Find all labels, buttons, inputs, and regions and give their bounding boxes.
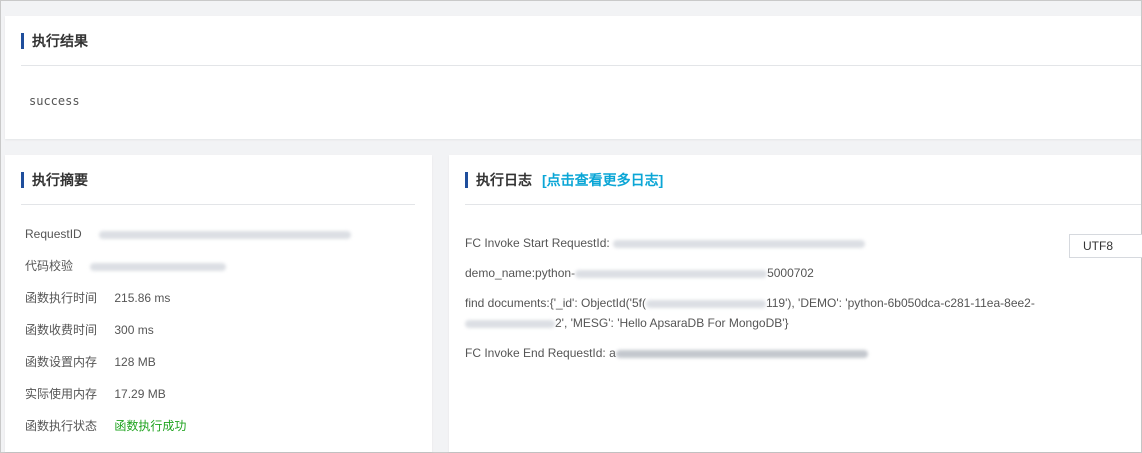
redacted-request-id [615,349,868,358]
summary-row-code-checksum: 代码校验 [25,258,227,274]
redacted-request-id [613,239,866,248]
summary-row-billed-time: 函数收费时间 300 ms [25,322,154,338]
log-text: find documents:{'_id': ObjectId('5f( [465,296,646,310]
result-text: success [29,94,80,108]
log-line-find-cont: 2', 'MESG': 'Hello ApsaraDB For MongoDB'… [465,315,789,331]
redacted-object-id [645,299,766,308]
summary-row-exec-time: 函数执行时间 215.86 ms [25,290,170,306]
log-title-text: 执行日志 [476,172,532,188]
status-badge: 函数执行成功 [114,419,187,433]
summary-label: 函数执行时间 [25,291,98,305]
summary-row-status: 函数执行状态 函数执行成功 [25,418,186,434]
log-title: 执行日志 [点击查看更多日志] [465,172,663,188]
divider [465,204,1141,205]
redacted-demo-id [575,269,768,278]
summary-title: 执行摘要 [21,172,88,188]
log-line-end: FC Invoke End RequestId: a [465,345,868,361]
summary-panel: 执行摘要 RequestID 代码校验 函数执行时间 215.86 ms 函数收… [5,155,432,452]
summary-label: 实际使用内存 [25,387,98,401]
summary-row-request-id: RequestID [25,226,352,242]
redacted-checksum [90,262,227,271]
encoding-select[interactable]: UTF8 [1069,234,1142,258]
summary-value: 215.86 ms [114,291,171,305]
result-title: 执行结果 [21,33,88,49]
log-line-demo: demo_name:python- 5000702 [465,265,814,281]
log-line-find: find documents:{'_id': ObjectId('5f( 119'… [465,295,1035,311]
summary-value: 17.29 MB [114,387,166,401]
log-text: FC Invoke Start RequestId: [465,236,614,250]
log-panel: 执行日志 [点击查看更多日志] UTF8 FC Invoke Start Requ… [449,155,1142,452]
redacted-request-id [99,230,352,239]
result-panel: 执行结果 success [5,16,1141,139]
summary-label: 函数设置内存 [25,355,98,369]
summary-label: 函数执行状态 [25,419,98,433]
log-text: 5000702 [767,266,814,280]
redacted-demo-id [465,319,555,328]
divider [21,204,415,205]
divider [21,65,1141,66]
summary-value: 128 MB [114,355,156,369]
log-text: 2', 'MESG': 'Hello ApsaraDB For MongoDB'… [555,316,789,330]
log-text: demo_name:python- [465,266,576,280]
summary-row-memory-set: 函数设置内存 128 MB [25,354,156,370]
summary-label: 函数收费时间 [25,323,98,337]
summary-label: 代码校验 [25,259,74,273]
summary-label: RequestID [25,227,82,241]
summary-value: 300 ms [114,323,154,337]
summary-row-memory-used: 实际使用内存 17.29 MB [25,386,166,402]
log-text: FC Invoke End RequestId: a [465,346,616,360]
log-line-start: FC Invoke Start RequestId: [465,235,866,251]
log-text: 119'), 'DEMO': 'python-6b050dca-c281-11e… [765,296,1035,310]
more-logs-link[interactable]: [点击查看更多日志] [542,172,663,188]
